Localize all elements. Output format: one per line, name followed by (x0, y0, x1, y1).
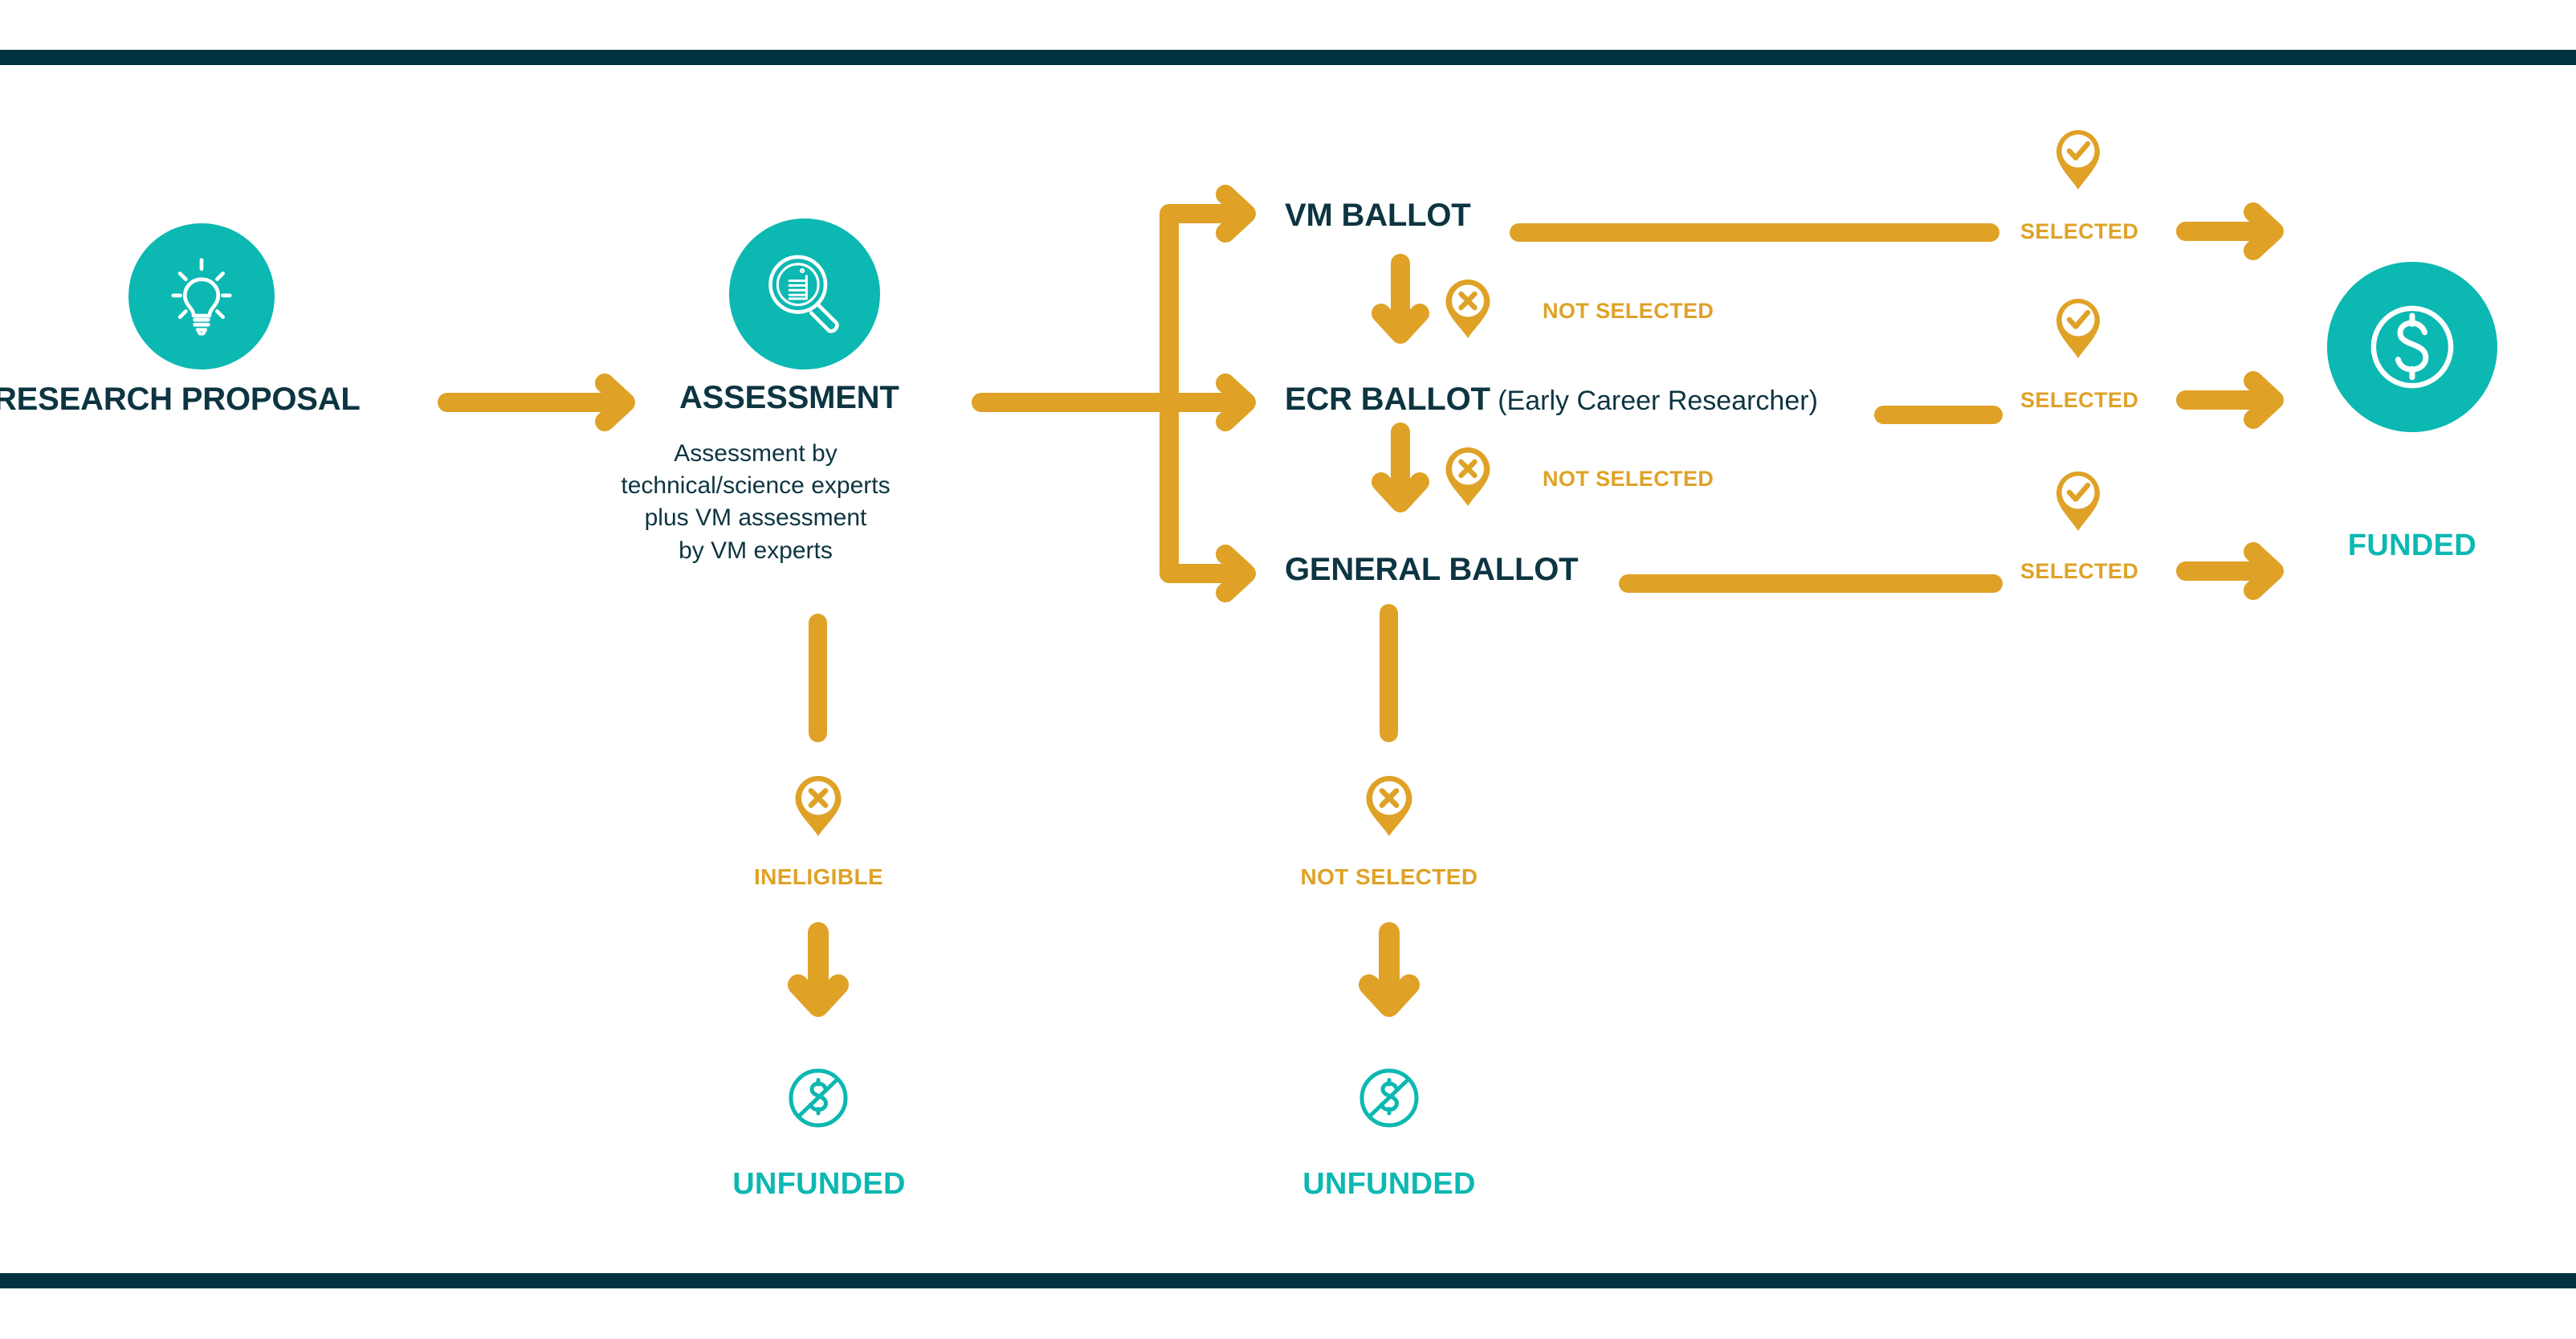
vm-ballot-label: VM BALLOT (1285, 199, 1471, 231)
arrow-not-selected-to-unfunded (1359, 922, 1420, 1017)
ecr-ballot-name: ECR BALLOT (1285, 382, 1490, 417)
ineligible-unfunded-label: UNFUNDED (732, 1167, 906, 1201)
bottom-rule (0, 1273, 2576, 1288)
ecr-ballot-selected-label: SELECTED (2020, 388, 2139, 412)
arrow-into-general-ballot (1185, 545, 1256, 602)
top-rule (0, 50, 2576, 65)
assessment-description-line: plus VM assessment (644, 504, 867, 532)
ineligible-pin-cross-icon (795, 776, 842, 836)
ecr-ballot-qualifier: (Early Career Researcher) (1498, 386, 1818, 416)
vm-ballot-pin-check-icon (2056, 130, 2100, 190)
arrow-ecr-selected-to-funded (2176, 371, 2284, 429)
vm-ballot-pin-cross-icon (1445, 280, 1490, 338)
arrow-ineligible-to-unfunded (788, 922, 849, 1017)
assessment-badge (729, 218, 880, 369)
ineligible-label: INELIGIBLE (753, 864, 884, 889)
assessment-description-line: Assessment by (674, 440, 838, 467)
general-ballot-label: GENERAL BALLOT (1285, 552, 1579, 587)
arrow-general-selected-to-funded (2176, 542, 2284, 600)
vm-ballot-not-selected-label: NOT SELECTED (1543, 299, 1714, 323)
arrow-ecr-not-selected (1372, 423, 1429, 512)
assessment-ineligible-connector (809, 614, 827, 742)
arrow-vm-not-selected (1372, 254, 1429, 344)
assessment-description-line: by VM experts (679, 537, 833, 564)
vm-ballot-selected-label: SELECTED (2020, 219, 2139, 243)
magnifier-document-icon (768, 255, 839, 333)
not-selected-dollar-crossed-icon (1359, 1068, 1419, 1128)
assessment-description-line: technical/science experts (621, 472, 891, 500)
arrow-proposal-to-assessment (438, 374, 635, 431)
dollar-circle-icon (2370, 305, 2454, 389)
general-ballot-pin-check-icon (2056, 472, 2100, 531)
general-ballot-not-selected-connector (1380, 604, 1398, 742)
arrow-into-ecr-ballot (1185, 374, 1256, 431)
ecr-ballot-not-selected-label: NOT SELECTED (1543, 467, 1714, 491)
general-ballot-selected-label: SELECTED (2020, 559, 2139, 583)
flowchart-canvas: RESEARCH PROPOSAL ASSESSMENT Assessment … (0, 0, 2576, 1339)
arrow-into-vm-ballot (1185, 185, 1256, 243)
funded-label: FUNDED (2347, 529, 2477, 562)
assessment-description: Assessment by technical/science experts … (615, 438, 896, 567)
ecr-ballot-label: ECR BALLOT (Early Career Researcher) (1285, 383, 1818, 415)
funded-badge (2327, 262, 2497, 432)
general-ballot-selected-connector (1619, 574, 2003, 593)
general-not-selected-pin-cross-icon (1366, 776, 1412, 836)
lightbulb-icon (171, 258, 232, 336)
ecr-ballot-selected-connector (1874, 406, 2003, 424)
research-proposal-label: RESEARCH PROPOSAL (0, 382, 361, 417)
vm-ballot-name: VM BALLOT (1285, 198, 1471, 233)
not-selected-unfunded-label: UNFUNDED (1302, 1167, 1476, 1201)
general-not-selected-label: NOT SELECTED (1300, 864, 1478, 889)
unfunded-dollar-crossed-icon (789, 1068, 848, 1128)
ecr-ballot-pin-cross-icon (1445, 447, 1490, 506)
ecr-ballot-pin-check-icon (2056, 299, 2100, 358)
arrow-vm-selected-to-funded (2176, 202, 2284, 260)
research-proposal-badge (128, 223, 275, 369)
assessment-label: ASSESSMENT (679, 380, 899, 415)
vm-ballot-selected-connector (1510, 223, 1999, 242)
general-ballot-name: GENERAL BALLOT (1285, 552, 1579, 587)
